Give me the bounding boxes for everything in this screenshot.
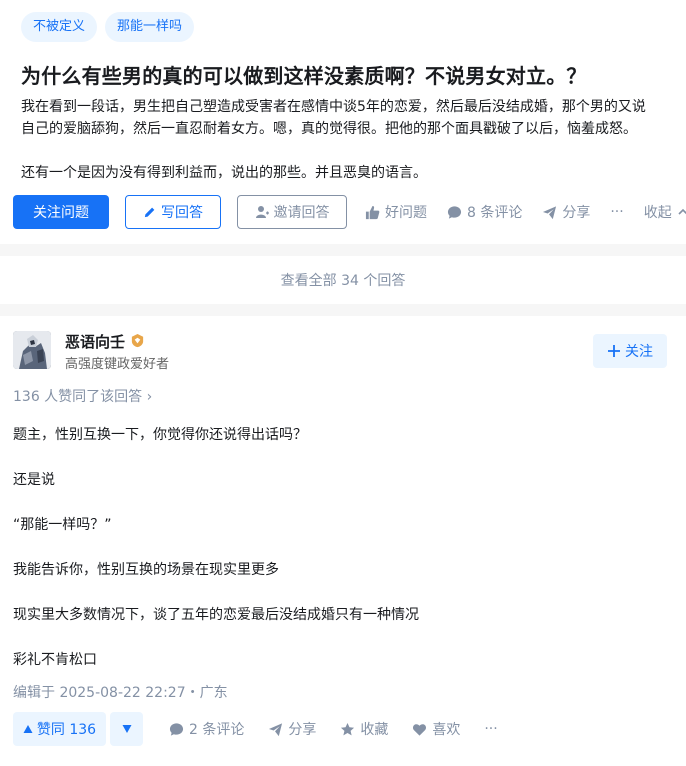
share-icon — [542, 205, 557, 220]
good-question-label: 好问题 — [385, 205, 427, 221]
view-all-answers-bar: 查看全部 34 个回答 — [0, 256, 686, 304]
follow-author-label: 关注 — [625, 344, 653, 360]
collapse-question-button[interactable]: 收起 — [644, 202, 686, 222]
invite-answer-button[interactable]: 邀请回答 — [237, 195, 347, 229]
collect-button[interactable]: 收藏 — [340, 719, 388, 739]
avatar[interactable] — [13, 331, 51, 369]
question-share-label: 分享 — [562, 205, 591, 221]
triangle-up-icon — [23, 724, 33, 734]
answer-more-button[interactable]: ··· — [484, 721, 497, 737]
vote-summary[interactable]: 136 人赞同了该回答 › — [13, 386, 152, 406]
question-actions: 关注问题 写回答 邀请回答 好问题 8 条评论 分享 ··· 收起 — [13, 195, 686, 229]
answer-paragraph: 题主，性别互换一下，你觉得你还说得出话吗？ — [13, 427, 307, 443]
upvote-button[interactable]: 赞同 136 — [13, 712, 106, 746]
answer-share-button[interactable]: 分享 — [268, 719, 316, 739]
share-icon — [268, 722, 283, 737]
question-title[interactable]: 为什么有些男的真的可以做到这样没素质啊？不说男女对立。？ — [21, 60, 587, 89]
downvote-button[interactable] — [110, 712, 143, 746]
author-bio: 高强度键政爱好者 — [65, 357, 170, 372]
question-more-button[interactable]: ··· — [610, 204, 623, 220]
question-card: 不被定义 那能一样吗 为什么有些男的真的可以做到这样没素质啊？不说男女对立。？ … — [0, 0, 686, 244]
answer-content: 题主，性别互换一下，你觉得你还说得出话吗？ 还是说 “那能一样吗？” 我能告诉你… — [13, 424, 673, 694]
collapse-label: 收起 — [643, 205, 672, 221]
like-label: 喜欢 — [432, 722, 461, 738]
topic-tags: 不被定义 那能一样吗 — [21, 12, 195, 42]
author-badge-icon — [130, 333, 145, 348]
answer-paragraph: 我能告诉你，性别互换的场景在现实里更多 — [13, 562, 279, 578]
edited-time[interactable]: 编辑于 2025-08-22 22:27・广东 — [13, 682, 228, 702]
answer-comments-button[interactable]: 2 条评论 — [169, 719, 244, 739]
write-answer-button[interactable]: 写回答 — [125, 195, 221, 229]
comment-icon — [169, 722, 184, 737]
comment-icon — [447, 205, 462, 220]
view-all-answers-link[interactable]: 查看全部 34 个回答 — [281, 270, 406, 290]
question-description: 我在看到一段话，男生把自己塑造成受害者在感情中谈5年的恋爱，然后最后没结成婚，那… — [21, 96, 686, 184]
plus-icon — [607, 344, 621, 358]
question-comments-label: 8 条评论 — [467, 205, 523, 221]
invite-answer-label: 邀请回答 — [273, 205, 330, 221]
collect-label: 收藏 — [360, 722, 389, 738]
topic-tag[interactable]: 不被定义 — [21, 12, 98, 42]
good-question-button[interactable]: 好问题 — [365, 202, 427, 222]
follow-author-button[interactable]: 关注 — [593, 334, 667, 368]
write-answer-label: 写回答 — [161, 205, 203, 221]
question-comments-button[interactable]: 8 条评论 — [447, 202, 522, 222]
pencil-icon — [143, 206, 156, 219]
triangle-down-icon — [122, 724, 132, 734]
follow-question-button[interactable]: 关注问题 — [13, 195, 109, 229]
topic-tag[interactable]: 那能一样吗 — [105, 12, 195, 42]
star-icon — [340, 722, 355, 737]
answer-paragraph: 现实里大多数情况下，谈了五年的恋爱最后没结成婚只有一种情况 — [13, 607, 419, 623]
answer-card: 恶语向壬 高强度键政爱好者 关注 136 人赞同了该回答 › 题主，性别互换一下… — [0, 316, 686, 766]
question-body-line: 我在看到一段话，男生把自己塑造成受害者在感情中谈5年的恋爱，然后最后没结成婚，那… — [21, 99, 646, 115]
invite-user-icon — [255, 205, 269, 219]
question-body-line: 自己的爱脑舔狗，然后一直忍耐着女方。嗯，真的觉得很。把他的那个面具戳破了以后，恼… — [21, 121, 637, 137]
answer-actions: 赞同 136 2 条评论 分享 收藏 喜欢 ··· — [13, 712, 498, 746]
answer-comments-label: 2 条评论 — [189, 722, 245, 738]
thumbs-up-icon — [365, 205, 380, 220]
answer-share-label: 分享 — [288, 722, 317, 738]
like-button[interactable]: 喜欢 — [412, 719, 460, 739]
answer-paragraph: 彩礼不肯松口 — [13, 652, 97, 668]
answer-paragraph: 还是说 — [13, 472, 55, 488]
heart-icon — [412, 722, 427, 737]
chevron-up-icon — [677, 206, 686, 218]
upvote-label: 赞同 136 — [36, 722, 97, 738]
author-name[interactable]: 恶语向壬 — [65, 331, 125, 352]
question-body-line: 还有一个是因为没有得到利益而，说出的那些。并且恶臭的语言。 — [21, 165, 427, 181]
question-share-button[interactable]: 分享 — [542, 202, 590, 222]
answer-paragraph: “那能一样吗？” — [13, 517, 112, 533]
